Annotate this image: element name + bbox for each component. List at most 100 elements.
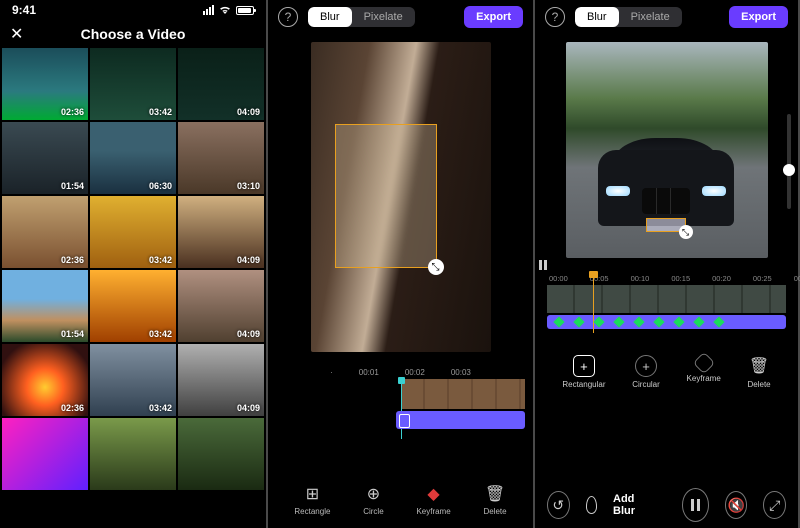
tab-pixelate[interactable]: Pixelate <box>352 7 415 27</box>
close-icon[interactable]: ✕ <box>10 24 23 44</box>
video-thumbnail[interactable]: 04:09 <box>178 344 264 416</box>
video-thumbnail[interactable] <box>178 418 264 490</box>
tool-label: Rectangle <box>294 507 330 516</box>
video-grid[interactable]: 02:3603:4204:0901:5406:3003:1002:3603:42… <box>0 48 266 490</box>
video-thumbnail[interactable] <box>2 418 88 490</box>
video-thumbnail[interactable]: 03:42 <box>90 270 176 342</box>
keyframe-marker-icon[interactable] <box>613 316 624 327</box>
video-canvas[interactable]: ⤡ <box>311 42 491 352</box>
gallery-header: ✕ Choose a Video <box>0 20 266 48</box>
ruler-tick: 00:20 <box>712 274 731 283</box>
video-thumbnail[interactable]: 06:30 <box>90 122 176 194</box>
trash-icon: 🗑 <box>748 355 770 377</box>
editor-top-bar: ? Blur Pixelate Export <box>268 0 533 34</box>
video-thumbnail[interactable]: 03:42 <box>90 196 176 268</box>
tool-label: Rectangular <box>562 380 605 389</box>
wifi-icon <box>218 5 232 15</box>
duration-badge: 02:36 <box>61 255 84 265</box>
video-thumbnail[interactable]: 01:54 <box>2 122 88 194</box>
mute-button[interactable]: 🔇 <box>725 491 748 519</box>
video-canvas[interactable]: ⤡ <box>566 42 768 258</box>
mini-pause-icon[interactable] <box>539 260 551 270</box>
timeline[interactable] <box>276 379 525 431</box>
car-grille <box>642 188 690 214</box>
help-icon[interactable]: ? <box>545 7 565 27</box>
duration-badge: 03:42 <box>149 107 172 117</box>
pause-button[interactable] <box>682 488 709 522</box>
fullscreen-button[interactable]: ⤢ <box>763 491 786 519</box>
ruler-tick: 00:15 <box>671 274 690 283</box>
tool-rectangle[interactable]: ⊞ Rectangle <box>294 484 330 516</box>
battery-icon <box>236 6 254 15</box>
video-thumbnail[interactable] <box>90 418 176 490</box>
video-thumbnail[interactable]: 04:09 <box>178 270 264 342</box>
undo-button[interactable]: ↺ <box>547 491 570 519</box>
tab-blur[interactable]: Blur <box>308 7 352 27</box>
status-icons <box>203 5 254 15</box>
editor-top-bar: ? Blur Pixelate Export <box>535 0 798 34</box>
timeline[interactable] <box>547 285 786 349</box>
plus-square-icon: ⊞ <box>306 484 319 504</box>
keyframe-marker-icon[interactable] <box>713 316 724 327</box>
keyframe-marker-icon[interactable] <box>673 316 684 327</box>
duration-badge: 04:09 <box>237 329 260 339</box>
video-thumbnail[interactable]: 04:09 <box>178 48 264 120</box>
trash-icon: 🗑 <box>485 484 505 504</box>
tab-blur[interactable]: Blur <box>575 7 619 27</box>
tool-circle[interactable]: +Circular <box>632 355 660 389</box>
blur-clip[interactable] <box>396 411 525 429</box>
duration-badge: 03:42 <box>149 329 172 339</box>
blur-region-rectangle[interactable]: ⤡ <box>335 124 437 268</box>
video-thumbnail[interactable]: 01:54 <box>2 270 88 342</box>
keyframe-track[interactable] <box>547 315 786 329</box>
video-thumbnail[interactable]: 03:10 <box>178 122 264 194</box>
tool-keyframe[interactable]: Keyframe <box>687 355 721 389</box>
video-track[interactable] <box>547 285 786 313</box>
duration-badge: 04:09 <box>237 403 260 413</box>
slider-knob[interactable] <box>783 164 795 176</box>
keyframe-marker-icon[interactable] <box>633 316 644 327</box>
duration-badge: 03:10 <box>237 181 260 191</box>
video-track[interactable] <box>401 379 526 409</box>
export-button[interactable]: Export <box>464 6 523 28</box>
car-editor-panel: ? Blur Pixelate Export ⤡ 00:0000:0500:10… <box>535 0 798 528</box>
canvas-area[interactable]: ⤡ <box>268 34 533 364</box>
intensity-slider[interactable] <box>787 114 791 209</box>
blur-region-plate[interactable]: ⤡ <box>646 218 686 232</box>
video-thumbnail[interactable]: 04:09 <box>178 196 264 268</box>
keyframe-marker-icon[interactable] <box>573 316 584 327</box>
resize-handle-icon[interactable]: ⤡ <box>428 259 444 275</box>
duration-badge: 01:54 <box>61 181 84 191</box>
help-icon[interactable]: ? <box>278 7 298 27</box>
ruler-tick: 00:30 <box>794 274 800 283</box>
tool-label: Circle <box>363 507 383 516</box>
add-blur-button[interactable]: Add Blur <box>613 493 650 517</box>
blur-drop-icon <box>586 496 597 514</box>
canvas-area[interactable]: ⤡ <box>535 34 798 270</box>
tool-rectangle[interactable]: +Rectangular <box>562 355 605 389</box>
resize-handle-icon[interactable]: ⤡ <box>679 225 693 239</box>
keyframe-marker-icon[interactable] <box>693 316 704 327</box>
keyframe-marker-icon[interactable] <box>653 316 664 327</box>
video-thumbnail[interactable]: 02:36 <box>2 48 88 120</box>
tool-circle[interactable]: ⊕ Circle <box>363 484 383 516</box>
keyframe-marker-icon[interactable] <box>593 316 604 327</box>
tab-pixelate[interactable]: Pixelate <box>619 7 682 27</box>
tool-delete[interactable]: 🗑Delete <box>748 355 771 389</box>
playhead[interactable] <box>593 273 594 333</box>
keyframe-marker-icon[interactable] <box>553 316 564 327</box>
ruler-tick: 00:00 <box>549 274 568 283</box>
video-thumbnail[interactable]: 03:42 <box>90 48 176 120</box>
tool-label: Keyframe <box>416 507 450 516</box>
status-bar: 9:41 <box>0 0 266 20</box>
video-thumbnail[interactable]: 02:36 <box>2 196 88 268</box>
export-button[interactable]: Export <box>729 6 788 28</box>
page-title: Choose a Video <box>81 26 186 42</box>
video-thumbnail[interactable]: 02:36 <box>2 344 88 416</box>
tool-keyframe[interactable]: ◆Keyframe <box>416 484 450 516</box>
video-thumbnail[interactable]: 03:42 <box>90 344 176 416</box>
tool-delete[interactable]: 🗑Delete <box>483 484 506 516</box>
tool-label: Keyframe <box>687 374 721 383</box>
plus-circle-icon: ⊕ <box>367 484 380 504</box>
playhead[interactable] <box>401 379 402 439</box>
